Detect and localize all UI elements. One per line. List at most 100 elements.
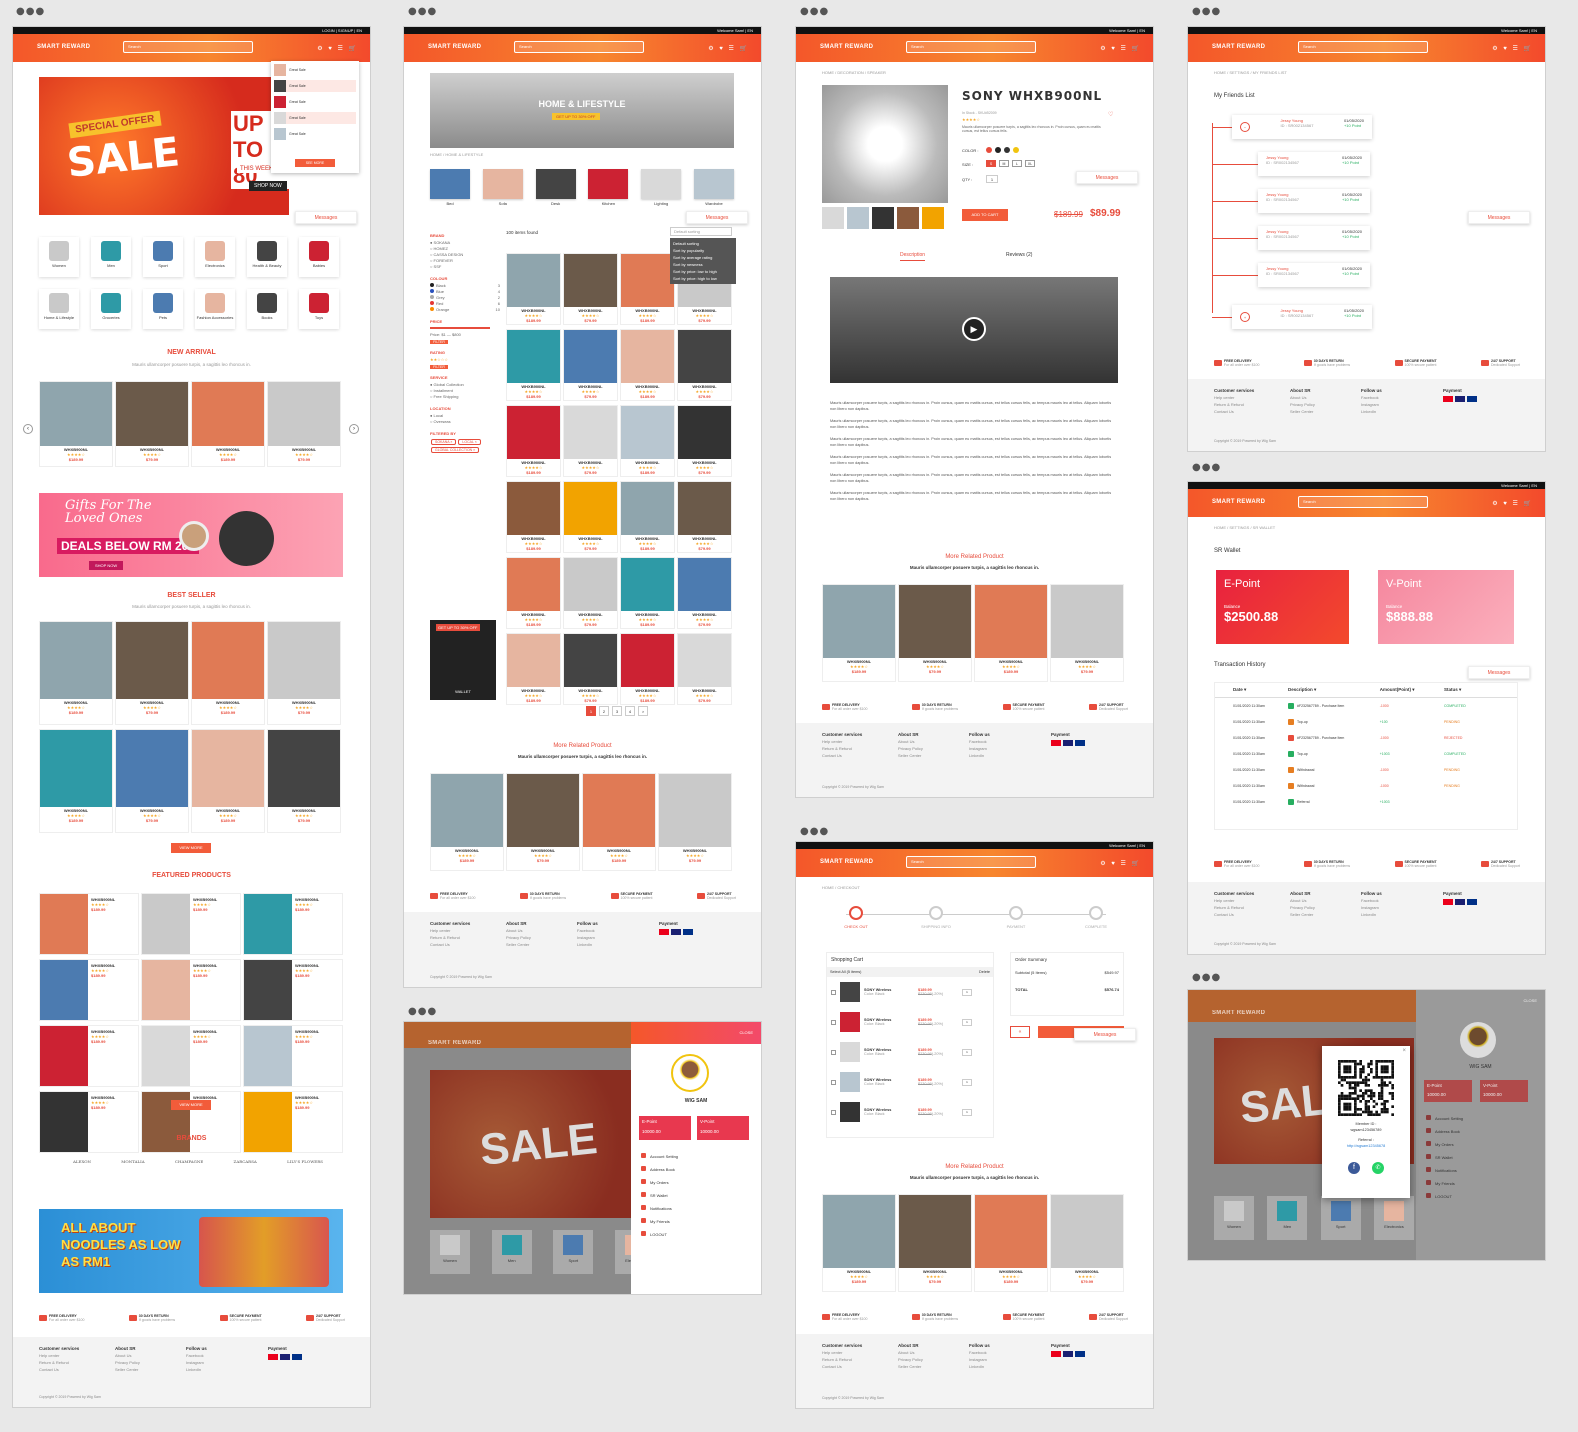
breadcrumb[interactable]: HOME / SETTINGS / MY FRIENDS LIST	[1214, 70, 1287, 75]
table-header[interactable]: Date ▾	[1233, 687, 1288, 693]
header-icons[interactable]: ⚙ ♥ ☰ 🛒	[1492, 45, 1533, 52]
page-button[interactable]: 1	[586, 706, 596, 716]
footer-link[interactable]: Privacy Policy	[898, 745, 923, 752]
menu-item-address-book[interactable]: Address Book	[1426, 1125, 1463, 1138]
footer-link[interactable]: Instagram	[1361, 401, 1382, 408]
product-card[interactable]: WHXB900NL ★★★★☆ $189.99	[506, 405, 561, 477]
product-card[interactable]: WHXB900NL ★★★★☆ $79.99	[677, 329, 732, 401]
messages-button[interactable]: Messages	[686, 211, 748, 224]
brand-logo[interactable]: ALEXON	[73, 1159, 91, 1164]
featured-card[interactable]: WHXB900NL★★★★☆$189.99	[141, 959, 241, 1021]
product-card[interactable]: WHXB900NL ★★★★☆ $79.99	[563, 329, 618, 401]
thumbnail[interactable]	[847, 207, 869, 229]
category-men[interactable]: Men	[91, 237, 131, 277]
thumbnail[interactable]	[872, 207, 894, 229]
menu-item-my-friends[interactable]: My Friends	[641, 1215, 678, 1228]
brand-logo[interactable]: CHAMPAGNE	[175, 1159, 203, 1164]
e-point-card[interactable]: E-Point Balance $2500.88	[1216, 570, 1349, 644]
product-card[interactable]: WHXB900NL ★★★★☆ $189.99	[620, 633, 675, 705]
color-swatch[interactable]	[1004, 147, 1010, 153]
product-card[interactable]: WHXB900NL ★★★★☆ $79.99	[267, 621, 341, 725]
product-card[interactable]: WHXB900NL ★★★★☆ $189.99	[822, 1194, 896, 1292]
qty-stepper[interactable]: 1	[962, 1078, 972, 1086]
footer-link[interactable]: Return & Refund	[822, 745, 862, 752]
footer-link[interactable]: Instagram	[186, 1359, 207, 1366]
breadcrumb[interactable]: HOME / SETTINGS / SR WALLET	[1214, 525, 1275, 530]
product-card[interactable]: WHXB900NL ★★★★☆ $79.99	[658, 773, 732, 871]
sort-option[interactable]: Sort by price: low to high	[673, 268, 733, 275]
product-card[interactable]: WHXB900NL ★★★★☆ $189.99	[430, 773, 504, 871]
friend-card[interactable]: Jessy Young ID : SR002134567 01/05/2020 +10…	[1258, 189, 1370, 213]
menu-item-notifications[interactable]: Notifications	[641, 1202, 678, 1215]
dropdown-item[interactable]: Great Sale	[274, 112, 356, 124]
menu-item-logout[interactable]: LOGOUT	[1426, 1190, 1463, 1203]
footer-link[interactable]: Return & Refund	[430, 934, 470, 941]
size-option[interactable]: M	[999, 160, 1009, 167]
product-card[interactable]: WHXB900NL ★★★★☆ $189.99	[506, 481, 561, 553]
footer-link[interactable]: Seller Center	[506, 941, 531, 948]
header-icons[interactable]: ⚙ ♥ ☰ 🛒	[317, 45, 358, 52]
header-icons[interactable]: ⚙ ♥ ☰ 🛒	[1492, 500, 1533, 507]
footer-link[interactable]: Return & Refund	[1214, 401, 1254, 408]
logo[interactable]: SMART REWARD	[1212, 44, 1265, 50]
footer-link[interactable]: LinkedIn	[577, 941, 598, 948]
thumbnail[interactable]	[897, 207, 919, 229]
featured-card[interactable]: WHXB900NL★★★★☆$189.99	[243, 1025, 343, 1087]
close-button[interactable]: CLOSE	[1523, 998, 1537, 1003]
product-card[interactable]: WHXB900NL ★★★★☆ $79.99	[677, 405, 732, 477]
search-input[interactable]: Search	[514, 41, 644, 53]
category-fashion-accessories[interactable]: Fashion Accessories	[195, 289, 235, 329]
menu-item-my-friends[interactable]: My Friends	[1426, 1177, 1463, 1190]
v-point-card[interactable]: V-Point 10000.00	[697, 1116, 749, 1140]
footer-link[interactable]: LinkedIn	[969, 1363, 990, 1370]
featured-card[interactable]: WHXB900NL★★★★☆$189.99	[243, 1091, 343, 1153]
footer-link[interactable]: Contact Us	[39, 1366, 79, 1373]
footer-link[interactable]: Privacy Policy	[898, 1356, 923, 1363]
product-card[interactable]: WHXB900NL ★★★★☆ $79.99	[506, 773, 580, 871]
qty-stepper[interactable]: 1	[962, 1018, 972, 1026]
messages-button[interactable]: Messages	[1468, 211, 1530, 224]
footer-link[interactable]: Help center	[39, 1352, 79, 1359]
footer-link[interactable]: Help center	[822, 1349, 862, 1356]
subcategory-kitchen[interactable]: Kitchen	[588, 169, 629, 206]
footer-link[interactable]: Return & Refund	[822, 1356, 862, 1363]
friend-card[interactable]: − Jessy Young ID : SR002134567 01/05/2020 +1…	[1232, 115, 1372, 139]
header-icons[interactable]: ⚙ ♥ ☰ 🛒	[1100, 45, 1141, 52]
gift-shop-button[interactable]: SHOP NOW	[89, 561, 124, 570]
menu-item-account-setting[interactable]: Account Setting	[641, 1150, 678, 1163]
close-icon[interactable]: ×	[1402, 1048, 1406, 1054]
menu-item-logout[interactable]: LOGOUT	[641, 1228, 678, 1241]
table-header[interactable]: Status ▾	[1444, 687, 1499, 693]
filter-button[interactable]: FILTER	[430, 365, 448, 369]
product-card[interactable]: WHXB900NL ★★★★☆ $189.99	[974, 584, 1048, 682]
header-icons[interactable]: ⚙ ♥ ☰ 🛒	[708, 45, 749, 52]
footer-link[interactable]: LinkedIn	[1361, 911, 1382, 918]
logo[interactable]: SMART REWARD	[1212, 499, 1265, 505]
sort-option[interactable]: Sort by price: high to low	[673, 275, 733, 282]
menu-item-address-book[interactable]: Address Book	[641, 1163, 678, 1176]
footer-link[interactable]: Instagram	[969, 1356, 990, 1363]
sort-option[interactable]: Sort by newness	[673, 261, 733, 268]
see-more-button[interactable]: SEE MORE	[295, 159, 335, 167]
table-header[interactable]: Description ▾	[1288, 687, 1380, 693]
page-button[interactable]: >	[638, 706, 648, 716]
avatar[interactable]	[671, 1054, 709, 1092]
product-card[interactable]: WHXB900NL ★★★★☆ $189.99	[582, 773, 656, 871]
product-video[interactable]: ▶	[830, 277, 1118, 383]
category-home-lifestyle[interactable]: Home & Lifestyle	[39, 289, 79, 329]
product-card[interactable]: WHXB900NL ★★★★☆ $79.99	[1050, 1194, 1124, 1292]
search-input[interactable]: Search	[1298, 496, 1428, 508]
footer-link[interactable]: Seller Center	[898, 752, 923, 759]
hero-banner[interactable]: SPECIAL OFFER SALE UP TO 80 THIS WEEK SH…	[39, 77, 289, 215]
item-checkbox[interactable]	[831, 1049, 836, 1055]
collapse-icon[interactable]: −	[1240, 122, 1250, 132]
menu-item-account-setting[interactable]: Account Setting	[1426, 1112, 1463, 1125]
footer-link[interactable]: About Us	[898, 738, 923, 745]
category-health-beauty[interactable]: Health & Beauty	[247, 237, 287, 277]
footer-link[interactable]: Facebook	[1361, 897, 1382, 904]
delete-button[interactable]: Delete	[979, 970, 990, 974]
select-all-checkbox[interactable]: Select All (5 items)	[830, 970, 861, 974]
qty-stepper[interactable]: 1	[962, 1048, 972, 1056]
qty-stepper[interactable]: 1	[962, 988, 972, 996]
dropdown-item[interactable]: Great Sale	[274, 80, 356, 92]
